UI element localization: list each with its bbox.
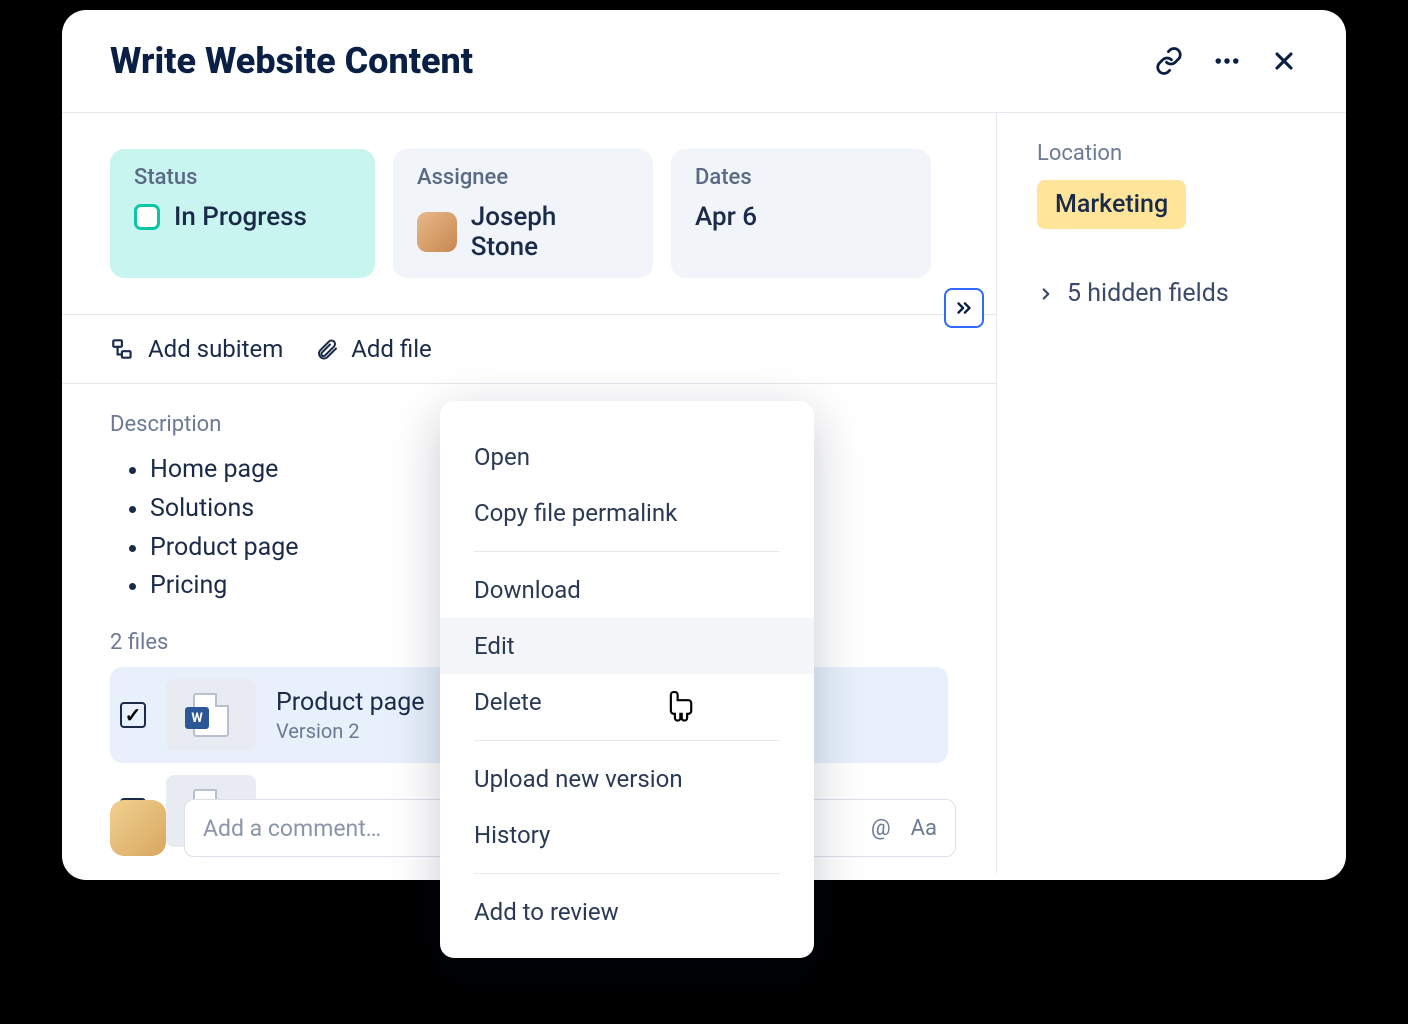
- task-toolbar: Add subitem Add file: [62, 314, 996, 384]
- status-value: In Progress: [174, 202, 307, 232]
- context-menu-item[interactable]: Download: [440, 562, 814, 618]
- word-icon: W: [185, 707, 209, 729]
- more-icon[interactable]: [1212, 46, 1242, 76]
- file-version: Version 2: [276, 719, 425, 743]
- task-title: Write Website Content: [110, 40, 473, 82]
- context-menu-item[interactable]: Upload new version: [440, 751, 814, 807]
- assignee-avatar: [417, 212, 457, 252]
- header: Write Website Content: [62, 10, 1346, 112]
- add-file-button[interactable]: Add file: [315, 335, 432, 363]
- expand-fields-button[interactable]: [944, 288, 984, 328]
- dates-value: Apr 6: [695, 202, 757, 232]
- main-panel: Status In Progress Assignee Joseph Stone…: [62, 113, 996, 873]
- context-menu-separator: [474, 873, 780, 874]
- field-chips: Status In Progress Assignee Joseph Stone…: [62, 113, 996, 314]
- side-panel: Location Marketing 5 hidden fields: [996, 113, 1346, 873]
- assignee-field[interactable]: Assignee Joseph Stone: [393, 149, 653, 278]
- mention-icon[interactable]: @: [871, 816, 891, 841]
- current-user-avatar: [110, 800, 166, 856]
- hidden-fields-toggle[interactable]: 5 hidden fields: [1037, 279, 1306, 308]
- context-menu-separator: [474, 740, 780, 741]
- context-menu-item[interactable]: Edit: [440, 618, 814, 674]
- location-label: Location: [1037, 141, 1306, 166]
- dates-label: Dates: [695, 165, 907, 190]
- file-name: Product page: [276, 688, 425, 717]
- status-label: Status: [134, 165, 351, 190]
- location-tag[interactable]: Marketing: [1037, 180, 1186, 229]
- context-menu-item[interactable]: History: [440, 807, 814, 863]
- context-menu-item[interactable]: Copy file permalink: [440, 485, 814, 541]
- context-menu-item[interactable]: Add to review: [440, 884, 814, 940]
- link-icon[interactable]: [1154, 46, 1184, 76]
- assignee-value: Joseph Stone: [471, 202, 629, 262]
- task-detail-card: Write Website Content Status In Progress: [62, 10, 1346, 880]
- header-actions: [1154, 46, 1298, 76]
- context-menu-separator: [474, 551, 780, 552]
- comment-placeholder: Add a comment…: [203, 815, 381, 842]
- file-context-menu: OpenCopy file permalink DownloadEditDelet…: [440, 401, 814, 958]
- context-menu-item[interactable]: Open: [440, 429, 814, 485]
- file-checkbox[interactable]: [120, 702, 146, 728]
- assignee-label: Assignee: [417, 165, 629, 190]
- context-menu-item[interactable]: Delete: [440, 674, 814, 730]
- status-checkbox-icon: [134, 204, 160, 230]
- file-thumbnail: W: [166, 679, 256, 751]
- close-icon[interactable]: [1270, 47, 1298, 75]
- dates-field[interactable]: Dates Apr 6: [671, 149, 931, 278]
- add-subitem-button[interactable]: Add subitem: [110, 335, 283, 363]
- format-icon[interactable]: Aa: [911, 816, 937, 841]
- status-field[interactable]: Status In Progress: [110, 149, 375, 278]
